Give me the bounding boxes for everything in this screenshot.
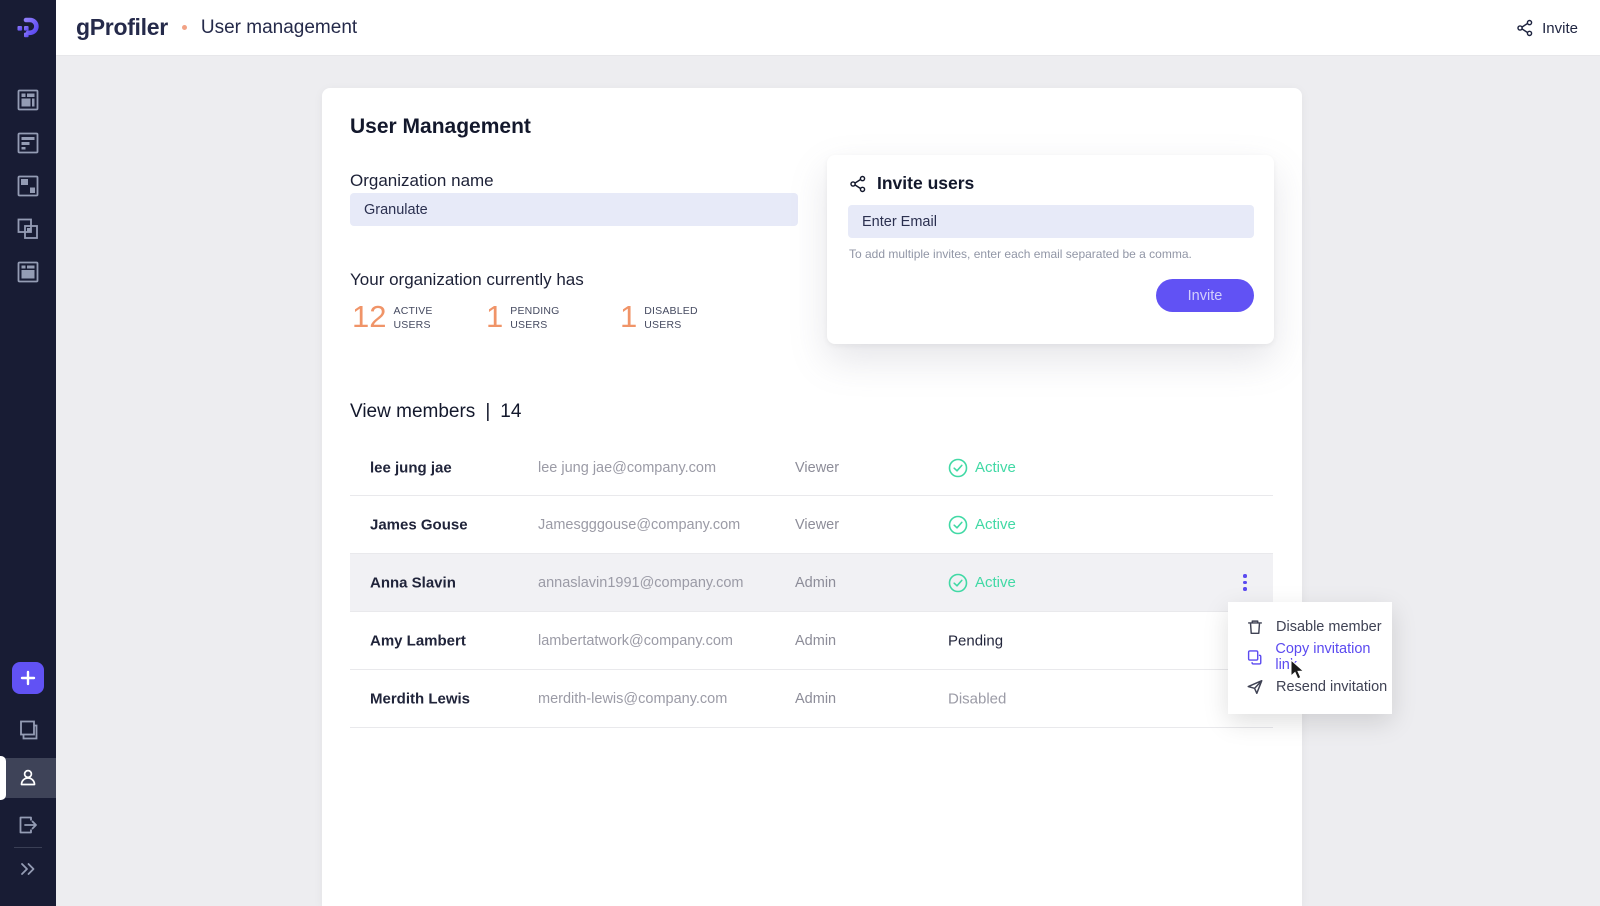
stat-active-users: 12 ACTIVEUSERS — [352, 301, 433, 332]
member-role: Admin — [795, 633, 836, 649]
mouse-cursor-icon — [1289, 659, 1307, 681]
member-email: lambertatwork@company.com — [538, 633, 733, 649]
sidebar-active-indicator — [0, 756, 6, 800]
pages-icon — [17, 719, 39, 741]
sidebar-item-frames[interactable] — [0, 166, 56, 206]
sidebar-item-compare[interactable] — [0, 209, 56, 249]
topbar-invite-label: Invite — [1542, 20, 1578, 37]
brand-separator-dot — [182, 25, 187, 30]
check-circle-icon — [948, 458, 968, 478]
invite-users-card: Invite users To add multiple invites, en… — [827, 155, 1274, 344]
stat-disabled-users: 1 DISABLEDUSERS — [620, 301, 698, 332]
member-name: Anna Slavin — [370, 574, 456, 591]
check-circle-icon — [948, 515, 968, 535]
member-email: annaslavin1991@company.com — [538, 575, 744, 591]
stats-heading: Your organization currently has — [350, 270, 584, 290]
invite-submit-button[interactable]: Invite — [1156, 279, 1254, 312]
member-role: Admin — [795, 575, 836, 591]
member-status: Active — [948, 573, 1016, 593]
member-email: Jamesgggouse@company.com — [538, 517, 740, 533]
app-logo[interactable] — [0, 0, 56, 56]
report-rows-icon — [17, 132, 39, 154]
window-panel-icon — [17, 261, 39, 283]
member-status: Pending — [948, 632, 1003, 649]
stat-value: 1 — [486, 301, 503, 332]
table-row[interactable]: Merdith Lewis merdith-lewis@company.com … — [350, 670, 1273, 728]
share-icon — [1516, 19, 1534, 37]
row-actions-context-menu: Disable member Copy invitation link Rese… — [1228, 602, 1392, 714]
overlap-squares-icon — [17, 218, 39, 240]
table-row[interactable]: James Gouse Jamesgggouse@company.com Vie… — [350, 496, 1273, 554]
sidebar-item-dashboard[interactable] — [0, 80, 56, 120]
invite-email-input[interactable] — [848, 205, 1254, 238]
sidebar-item-users[interactable] — [0, 758, 56, 798]
sidebar-collapse-toggle[interactable] — [0, 849, 56, 889]
copy-icon — [1246, 648, 1263, 666]
table-row[interactable]: lee jung jae lee jung jae@company.com Vi… — [350, 440, 1273, 496]
sidebar-divider — [14, 847, 42, 848]
user-icon — [17, 767, 39, 789]
dashboard-icon — [17, 89, 39, 111]
invite-card-title: Invite users — [849, 173, 974, 194]
member-name: lee jung jae — [370, 459, 452, 476]
organization-name-input[interactable] — [350, 193, 798, 226]
sidebar-item-panel[interactable] — [0, 252, 56, 292]
invite-hint-text: To add multiple invites, enter each emai… — [849, 247, 1192, 261]
member-email: merdith-lewis@company.com — [538, 691, 727, 707]
sidebar-item-reports[interactable] — [0, 123, 56, 163]
brand-name: gProfiler — [76, 14, 168, 41]
add-button[interactable] — [12, 662, 44, 694]
stat-value: 1 — [620, 301, 637, 332]
member-role: Viewer — [795, 460, 839, 476]
stat-label: PENDINGUSERS — [510, 301, 559, 332]
logout-icon — [17, 814, 39, 836]
trash-icon — [1246, 618, 1264, 636]
member-role: Viewer — [795, 517, 839, 533]
check-circle-icon — [948, 573, 968, 593]
card-title: User Management — [350, 115, 531, 139]
sidebar-item-pages[interactable] — [0, 710, 56, 750]
stat-label: DISABLEDUSERS — [644, 301, 698, 332]
members-heading: View members|14 — [350, 401, 521, 423]
send-icon — [1246, 678, 1264, 696]
menu-item-copy-invitation-link[interactable]: Copy invitation link — [1228, 642, 1392, 672]
member-status: Disabled — [948, 690, 1006, 707]
member-status: Active — [948, 458, 1016, 478]
page-title: User management — [201, 17, 357, 39]
screen: gProfiler User management Invite User Ma… — [0, 0, 1600, 906]
menu-item-resend-invitation[interactable]: Resend invitation — [1228, 672, 1392, 702]
double-chevron-right-icon — [18, 859, 38, 879]
sidebar — [0, 0, 56, 906]
stat-label: ACTIVEUSERS — [393, 301, 432, 332]
table-row[interactable]: Amy Lambert lambertatwork@company.com Ad… — [350, 612, 1273, 670]
stat-value: 12 — [352, 301, 386, 332]
members-table: lee jung jae lee jung jae@company.com Vi… — [350, 440, 1273, 728]
share-icon — [849, 175, 867, 193]
member-status: Active — [948, 515, 1016, 535]
organization-name-label: Organization name — [350, 171, 494, 191]
plus-icon — [20, 670, 36, 686]
gprofiler-logo-icon — [12, 12, 44, 44]
member-name: James Gouse — [370, 516, 468, 533]
stat-pending-users: 1 PENDINGUSERS — [486, 301, 560, 332]
row-actions-menu-button[interactable] — [1233, 570, 1257, 596]
sidebar-item-logout[interactable] — [0, 805, 56, 845]
member-email: lee jung jae@company.com — [538, 460, 716, 476]
menu-item-disable-member[interactable]: Disable member — [1228, 612, 1392, 642]
table-row-selected[interactable]: Anna Slavin annaslavin1991@company.com A… — [350, 554, 1273, 612]
topbar-invite-button[interactable]: Invite — [1516, 0, 1578, 56]
member-name: Amy Lambert — [370, 632, 466, 649]
topbar: gProfiler User management Invite — [56, 0, 1600, 56]
corner-frames-icon — [17, 175, 39, 197]
member-role: Admin — [795, 691, 836, 707]
member-name: Merdith Lewis — [370, 690, 470, 707]
